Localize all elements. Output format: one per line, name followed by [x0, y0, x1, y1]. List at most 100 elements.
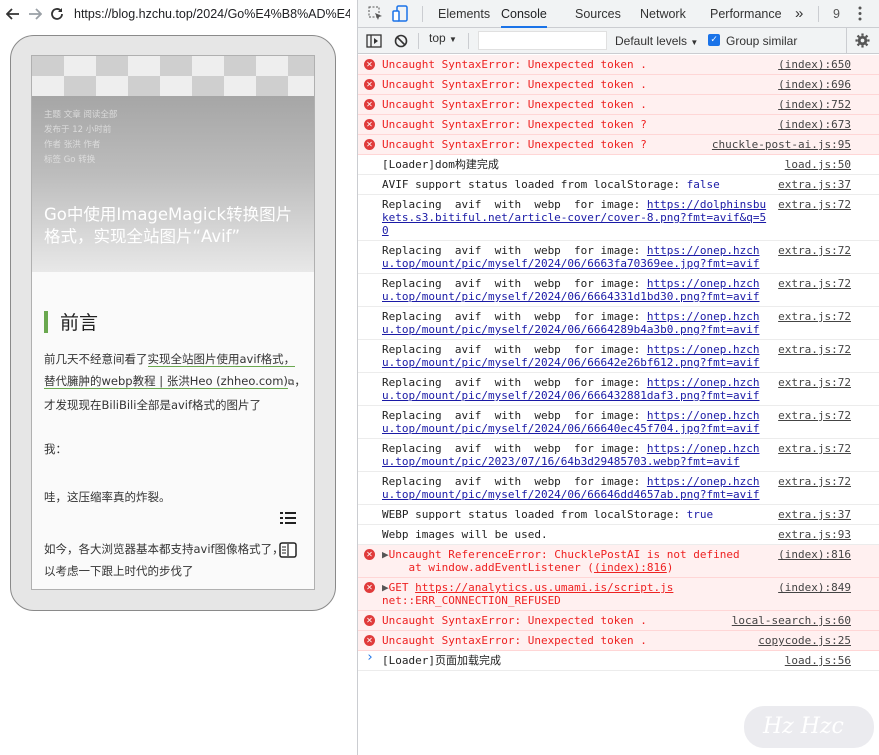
- console-error-row[interactable]: ✕ Uncaught SyntaxError: Unexpected token …: [358, 55, 879, 75]
- console-settings-button[interactable]: [855, 33, 870, 52]
- console-message: [Loader]页面加载完成: [382, 654, 768, 667]
- source-link[interactable]: extra.js:72: [778, 310, 851, 323]
- source-link[interactable]: extra.js:72: [778, 343, 851, 356]
- console-message: Uncaught SyntaxError: Unexpected token ?: [382, 138, 768, 151]
- message-text: Replacing avif with webp for image:: [382, 244, 647, 257]
- console-log-row[interactable]: Replacing avif with webp for image: http…: [358, 274, 879, 307]
- source-link[interactable]: (index):696: [778, 78, 851, 91]
- sidebar-toggle-button[interactable]: [366, 33, 382, 52]
- source-link[interactable]: extra.js:72: [778, 198, 851, 211]
- console-log-row[interactable]: [Loader]页面加载完成 load.js:56: [358, 651, 879, 671]
- reload-button[interactable]: [46, 3, 68, 25]
- console-log-row[interactable]: Replacing avif with webp for image: http…: [358, 195, 879, 241]
- console-log-row[interactable]: AVIF support status loaded from localSto…: [358, 175, 879, 195]
- console-message: Replacing avif with webp for image: http…: [382, 442, 768, 468]
- tab-console[interactable]: Console: [501, 0, 547, 28]
- source-link[interactable]: extra.js:72: [778, 409, 851, 422]
- console-log-row[interactable]: Replacing avif with webp for image: http…: [358, 406, 879, 439]
- console-log-row[interactable]: [Loader]dom构建完成 load.js:50: [358, 155, 879, 175]
- console-error-row[interactable]: ✕ ▶Uncaught ReferenceError: ChucklePostAI…: [358, 545, 879, 578]
- expand-triangle-icon[interactable]: ▶: [382, 548, 389, 561]
- source-link[interactable]: extra.js:72: [778, 376, 851, 389]
- source-link[interactable]: (index):849: [778, 581, 851, 594]
- source-link[interactable]: extra.js:72: [778, 277, 851, 290]
- filter-input[interactable]: [478, 31, 607, 50]
- message-link[interactable]: (index):816: [594, 561, 667, 574]
- error-icon: ✕: [364, 549, 375, 560]
- inspect-element-button[interactable]: [368, 6, 383, 25]
- toc-button[interactable]: [278, 508, 298, 528]
- console-prompt[interactable]: ›: [366, 650, 374, 665]
- console-log-row[interactable]: Replacing avif with webp for image: http…: [358, 439, 879, 472]
- console-log-row[interactable]: Replacing avif with webp for image: http…: [358, 241, 879, 274]
- source-link[interactable]: extra.js:37: [778, 508, 851, 521]
- clear-console-button[interactable]: [394, 33, 408, 52]
- group-similar-label: Group similar: [726, 34, 798, 48]
- book-icon: [279, 542, 297, 558]
- reading-mode-button[interactable]: [278, 540, 298, 560]
- source-link[interactable]: load.js:50: [785, 158, 851, 171]
- issue-count[interactable]: 9: [833, 0, 840, 28]
- console-log-row[interactable]: Replacing avif with webp for image: http…: [358, 472, 879, 505]
- console-log-row[interactable]: Replacing avif with webp for image: http…: [358, 373, 879, 406]
- console-error-row[interactable]: ✕ Uncaught SyntaxError: Unexpected token …: [358, 631, 879, 651]
- console-error-row[interactable]: ✕ ▶GET https://analytics.us.umami.is/scri…: [358, 578, 879, 611]
- tab-network[interactable]: Network: [640, 0, 686, 28]
- list-icon: [280, 512, 296, 524]
- address-bar: https://blog.hzchu.top/2024/Go%E4%B8%AD%…: [0, 0, 357, 28]
- source-link[interactable]: (index):752: [778, 98, 851, 111]
- message-text: Uncaught ReferenceError: ChucklePostAI i…: [388, 548, 740, 574]
- more-tabs-button[interactable]: »: [795, 0, 803, 28]
- article-hero: 主题 文章 阅读全部 发布于 12 小时前 作者 张洪 作者 标签 Go 转换 …: [32, 56, 314, 272]
- source-link[interactable]: extra.js:37: [778, 178, 851, 191]
- back-button[interactable]: [2, 3, 24, 25]
- source-link[interactable]: extra.js:72: [778, 442, 851, 455]
- console-log-row[interactable]: Replacing avif with webp for image: http…: [358, 307, 879, 340]
- source-link[interactable]: copycode.js:25: [758, 634, 851, 647]
- group-similar-checkbox[interactable]: ✓: [708, 34, 720, 46]
- tab-performance[interactable]: Performance: [710, 0, 782, 28]
- context-select[interactable]: top ▼: [429, 25, 457, 51]
- console-message: Replacing avif with webp for image: http…: [382, 310, 768, 336]
- message-link[interactable]: https://analytics.us.umami.is/script.js: [415, 581, 673, 594]
- console-toolbar: top ▼ Default levels ▼ ✓ Group similar: [358, 28, 879, 54]
- section-title: 前言: [60, 312, 99, 334]
- message-text: Uncaught SyntaxError: Unexpected token .: [382, 98, 647, 111]
- tab-sources[interactable]: Sources: [575, 0, 621, 28]
- console-log-row[interactable]: Webp images will be used. extra.js:93: [358, 525, 879, 545]
- device-toolbar-button[interactable]: [392, 5, 408, 26]
- kebab-menu-button[interactable]: [858, 6, 862, 25]
- tab-elements[interactable]: Elements: [438, 0, 490, 28]
- forward-button[interactable]: [24, 3, 46, 25]
- expand-triangle-icon[interactable]: ▶: [382, 581, 389, 594]
- meta-line: 作者 张洪 作者: [44, 140, 101, 150]
- devtools-tabbar: Elements Console Sources Network Perform…: [358, 0, 879, 28]
- url-text[interactable]: https://blog.hzchu.top/2024/Go%E4%B8%AD%…: [74, 7, 350, 21]
- console-message: Uncaught SyntaxError: Unexpected token .: [382, 78, 768, 91]
- console-log-row[interactable]: WEBP support status loaded from localSto…: [358, 505, 879, 525]
- source-link[interactable]: load.js:56: [785, 654, 851, 667]
- source-link[interactable]: (index):816: [778, 548, 851, 561]
- console-error-row[interactable]: ✕ Uncaught SyntaxError: Unexpected token …: [358, 75, 879, 95]
- article-title: Go中使用ImageMagick转换图片格式，实现全站图片“Avif”: [44, 205, 293, 246]
- source-link[interactable]: (index):650: [778, 58, 851, 71]
- console-error-row[interactable]: ✕ Uncaught SyntaxError: Unexpected token …: [358, 115, 879, 135]
- console-message: Replacing avif with webp for image: http…: [382, 343, 768, 369]
- source-link[interactable]: extra.js:72: [778, 244, 851, 257]
- meta-line: 标签 Go 转换: [44, 155, 96, 165]
- source-link[interactable]: local-search.js:60: [732, 614, 851, 627]
- console-error-row[interactable]: ✕ Uncaught SyntaxError: Unexpected token …: [358, 95, 879, 115]
- source-link[interactable]: extra.js:72: [778, 475, 851, 488]
- error-icon: ✕: [364, 139, 375, 150]
- toolbar-separator: [846, 28, 847, 54]
- source-link[interactable]: (index):673: [778, 118, 851, 131]
- console-log-row[interactable]: Replacing avif with webp for image: http…: [358, 340, 879, 373]
- article-meta: 主题 文章 阅读全部 发布于 12 小时前 作者 张洪 作者 标签 Go 转换: [44, 108, 117, 168]
- toolbar-separator: [818, 6, 819, 22]
- console-error-row[interactable]: ✕ Uncaught SyntaxError: Unexpected token …: [358, 611, 879, 631]
- source-link[interactable]: extra.js:93: [778, 528, 851, 541]
- console-error-row[interactable]: ✕ Uncaught SyntaxError: Unexpected token …: [358, 135, 879, 155]
- source-link[interactable]: chuckle-post-ai.js:95: [712, 138, 851, 151]
- log-levels-dropdown[interactable]: Default levels ▼: [615, 28, 698, 54]
- toolbar-separator: [418, 33, 419, 49]
